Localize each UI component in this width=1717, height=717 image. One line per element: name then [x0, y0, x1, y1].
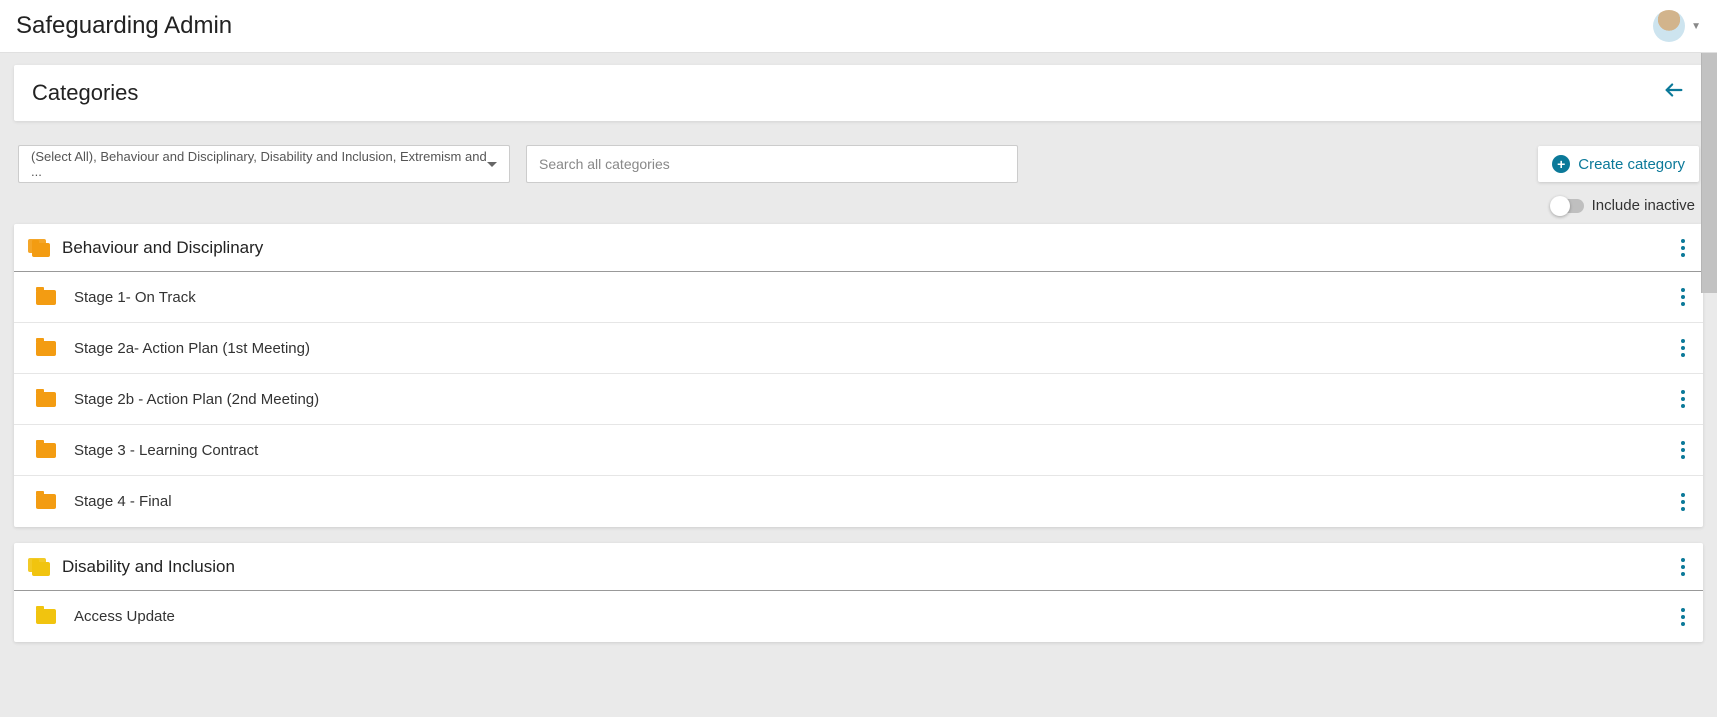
search-input[interactable]	[526, 145, 1018, 183]
create-category-label: Create category	[1578, 156, 1685, 173]
include-inactive-toggle[interactable]	[1552, 199, 1584, 213]
kebab-menu-icon[interactable]	[1677, 233, 1689, 263]
subcategory-row[interactable]: Access Update	[14, 591, 1703, 642]
dropdown-selected-text: (Select All), Behaviour and Disciplinary…	[31, 149, 487, 179]
kebab-menu-icon[interactable]	[1677, 487, 1689, 517]
include-inactive-row: Include inactive	[14, 197, 1695, 214]
folder-icon	[36, 494, 56, 509]
create-category-button[interactable]: + Create category	[1538, 146, 1699, 182]
kebab-menu-icon[interactable]	[1677, 384, 1689, 414]
folder-icon	[36, 392, 56, 407]
chevron-down-icon	[487, 162, 497, 167]
content-area: Categories (Select All), Behaviour and D…	[0, 53, 1717, 717]
subcategory-title: Access Update	[74, 608, 1677, 625]
subcategory-title: Stage 2a- Action Plan (1st Meeting)	[74, 340, 1677, 357]
page-title: Safeguarding Admin	[16, 12, 232, 40]
kebab-menu-icon[interactable]	[1677, 435, 1689, 465]
category-title: Behaviour and Disciplinary	[62, 238, 1677, 258]
plus-circle-icon: +	[1552, 155, 1570, 173]
include-inactive-label: Include inactive	[1592, 197, 1695, 214]
folder-stack-icon	[28, 558, 50, 576]
user-menu[interactable]: ▼	[1653, 10, 1701, 42]
folder-icon	[36, 443, 56, 458]
subcategory-title: Stage 4 - Final	[74, 493, 1677, 510]
kebab-menu-icon[interactable]	[1677, 333, 1689, 363]
folder-icon	[36, 609, 56, 624]
kebab-menu-icon[interactable]	[1677, 602, 1689, 632]
category-block: Disability and Inclusion Access Update	[14, 543, 1703, 642]
subcategory-title: Stage 3 - Learning Contract	[74, 442, 1677, 459]
category-block: Behaviour and Disciplinary Stage 1- On Tr…	[14, 224, 1703, 527]
subcategory-row[interactable]: Stage 3 - Learning Contract	[14, 425, 1703, 476]
subcategory-title: Stage 1- On Track	[74, 289, 1677, 306]
scrollbar[interactable]	[1701, 53, 1717, 293]
category-header[interactable]: Behaviour and Disciplinary	[14, 224, 1703, 272]
category-header[interactable]: Disability and Inclusion	[14, 543, 1703, 591]
subcategory-row[interactable]: Stage 1- On Track	[14, 272, 1703, 323]
folder-icon	[36, 341, 56, 356]
subcategory-row[interactable]: Stage 4 - Final	[14, 476, 1703, 527]
top-bar: Safeguarding Admin ▼	[0, 0, 1717, 53]
panel-header: Categories	[14, 65, 1703, 121]
subcategory-row[interactable]: Stage 2b - Action Plan (2nd Meeting)	[14, 374, 1703, 425]
folder-stack-icon	[28, 239, 50, 257]
category-filter-dropdown[interactable]: (Select All), Behaviour and Disciplinary…	[18, 145, 510, 183]
panel-title: Categories	[32, 80, 138, 106]
subcategory-row[interactable]: Stage 2a- Action Plan (1st Meeting)	[14, 323, 1703, 374]
toggle-knob	[1550, 196, 1570, 216]
subcategory-title: Stage 2b - Action Plan (2nd Meeting)	[74, 391, 1677, 408]
kebab-menu-icon[interactable]	[1677, 552, 1689, 582]
back-arrow-icon[interactable]	[1663, 79, 1685, 107]
chevron-down-icon: ▼	[1691, 21, 1701, 32]
category-title: Disability and Inclusion	[62, 557, 1677, 577]
avatar	[1653, 10, 1685, 42]
folder-icon	[36, 290, 56, 305]
filter-row: (Select All), Behaviour and Disciplinary…	[18, 145, 1699, 183]
kebab-menu-icon[interactable]	[1677, 282, 1689, 312]
